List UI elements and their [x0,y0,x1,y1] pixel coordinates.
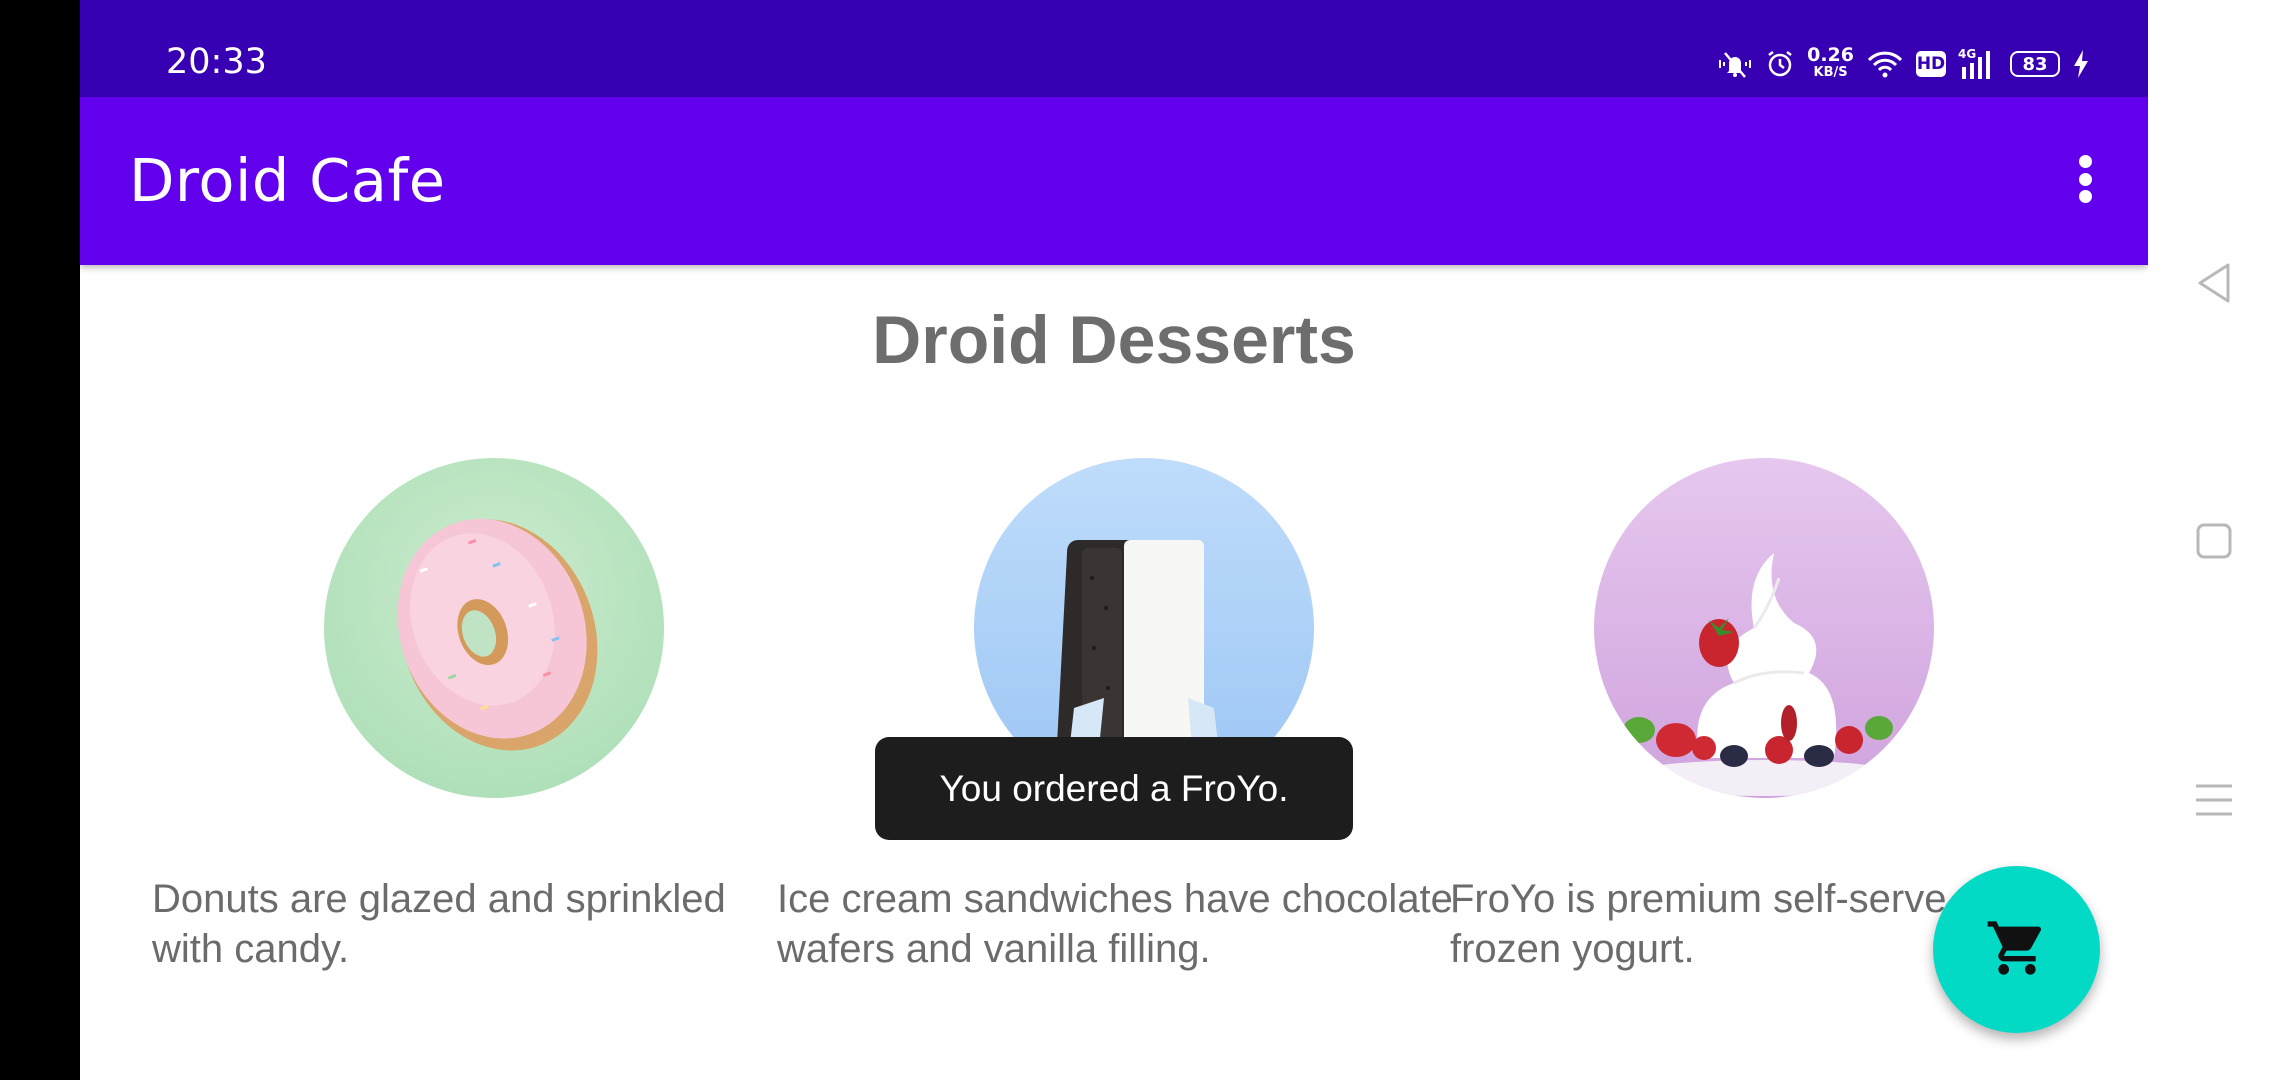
network-speed-unit: KB/S [1813,65,1848,80]
battery-level: 83 [2022,53,2048,75]
donut-description: Donuts are glazed and sprinkled with can… [152,877,726,971]
shopping-cart-button[interactable] [1933,866,2100,1033]
menu-dot [2078,155,2092,168]
network-type-label: 4G [1958,47,1976,61]
status-icons: 0.26 KB/S HD 4G 83 [1717,44,2090,84]
charging-icon [2072,49,2090,79]
ice-cream-sandwich-description: Ice cream sandwiches have chocolate wafe… [777,877,1453,971]
toast-message: You ordered a FroYo. [875,737,1353,840]
app-screen: 20:33 0.26 KB/S HD 4G 83 Droid Cafe Droi… [80,0,2148,1080]
overflow-menu-icon[interactable] [2062,149,2108,209]
app-bar: Droid Cafe [80,97,2148,265]
network-speed: 0.26 KB/S [1807,44,1854,81]
home-square-icon [2196,523,2232,559]
alarm-icon [1765,49,1795,79]
signal-icon: 4G [1958,47,1998,81]
froyo-image[interactable] [1594,458,1934,798]
network-speed-value: 0.26 [1807,44,1854,66]
app-title: Droid Cafe [129,146,446,215]
menu-dot [2078,172,2092,186]
system-navigation-bar [2148,0,2280,1080]
wifi-icon [1866,49,1904,79]
donut-image[interactable] [324,458,664,798]
page-title: Droid Desserts [872,302,1356,378]
menu-dot [2078,190,2092,203]
back-triangle-icon [2198,263,2230,303]
left-black-bar [0,0,80,1080]
battery-icon: 83 [2010,51,2060,77]
status-bar: 20:33 0.26 KB/S HD 4G 83 [80,0,2148,97]
status-time: 20:33 [166,42,267,82]
recents-menu-icon [2196,784,2232,816]
back-button[interactable] [2188,257,2240,309]
hd-icon: HD [1916,51,1946,77]
recents-button[interactable] [2188,774,2240,826]
froyo-description: FroYo is premium self-serve frozen yogur… [1450,877,1947,971]
shopping-cart-icon [1985,916,2049,984]
vibrate-mute-icon [1717,49,1753,79]
home-button[interactable] [2188,515,2240,567]
